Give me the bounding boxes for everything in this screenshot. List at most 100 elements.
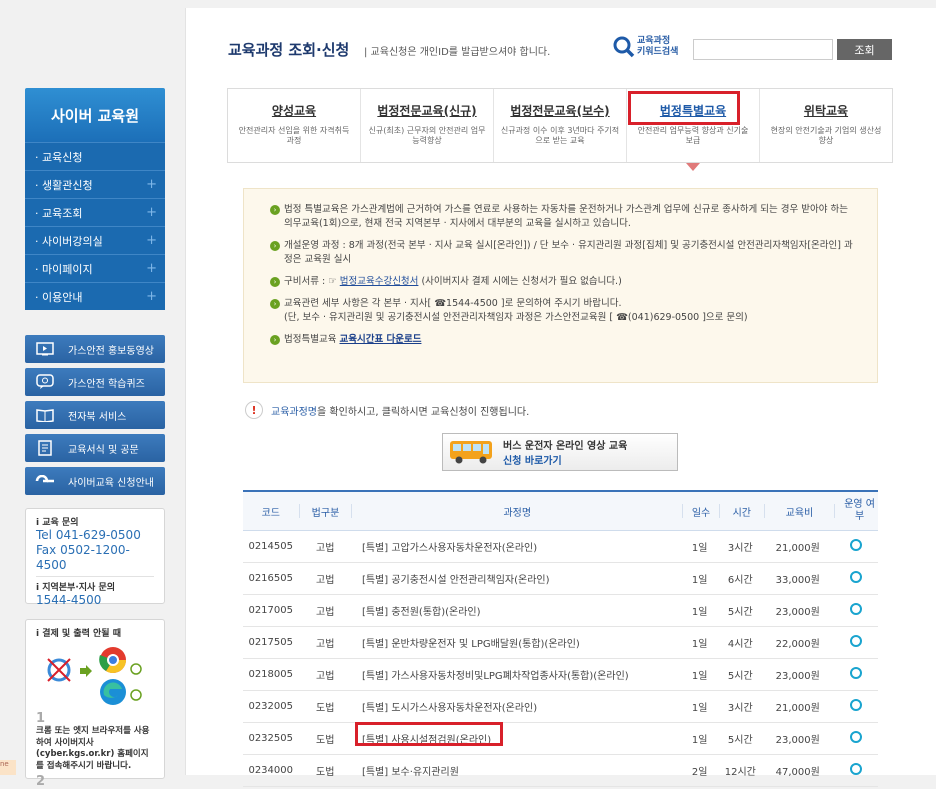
cell-fee: 21,000원	[775, 543, 820, 554]
tab-legal-new[interactable]: 법정전문교육(신규) 신규(최초) 근무자의 안전관리 업무능력향상	[361, 89, 494, 162]
table-row[interactable]: 0216505 고법 [특별] 공기충전시설 안전관리책임자(온라인) 1일 6시간 33…	[243, 563, 878, 595]
cell-code: 0217005	[248, 605, 293, 616]
branch-contact-tel: 1544-4500	[36, 593, 102, 607]
status-open-icon	[849, 699, 862, 711]
info-item: › 교육관련 세부 사항은 각 본부 · 지사[ ☎1544-4500 ]로 문의…	[270, 297, 857, 325]
ok-circle-icon	[130, 663, 142, 675]
tab-label: 양성교육	[271, 104, 317, 118]
cell-law: 도법	[316, 735, 335, 746]
search-icon[interactable]	[613, 36, 635, 58]
table-row[interactable]: 0232505 도법 [특별] 사용시설점검원(온라인) 1일 5시간 23,000원	[243, 723, 878, 755]
table-row[interactable]: 0234000 도법 [특별] 보수·유지관리원 2일 12시간 47,000원	[243, 755, 878, 787]
quiz-icon	[30, 372, 60, 392]
corner-tag: ne	[0, 760, 16, 775]
col-fee: 교육비	[785, 507, 814, 519]
edge-icon	[100, 679, 126, 705]
quick-link-label: 가스안전 학습퀴즈	[68, 378, 145, 390]
cell-hours: 12시간	[724, 767, 756, 778]
info-text: 개설운영 과정 : 8개 과정(전국 본부 · 지사 교육 실시[온라인]) /…	[284, 240, 853, 265]
search-button[interactable]: 조회	[837, 39, 892, 60]
cell-status	[833, 539, 878, 554]
cell-fee: 23,000원	[775, 671, 820, 682]
exclamation-icon: !	[245, 401, 263, 419]
info-box: › 법정 특별교육은 가스관계법에 근거하여 가스를 연료로 사용하는 자동차를 …	[243, 188, 878, 383]
arrow-right-icon	[80, 665, 92, 677]
keyword-search-input[interactable]	[693, 39, 833, 60]
tab-training[interactable]: 양성교육안전관리자 선임을 위한 자격취득 과정	[228, 89, 361, 162]
quick-link-quiz[interactable]: 가스안전 학습퀴즈	[25, 368, 165, 396]
tab-legal-refresh[interactable]: 법정전문교육(보수) 신규과정 이수 이후 3년마다 주기적으로 받는 교육	[494, 89, 627, 162]
cell-status	[833, 603, 878, 618]
browser-help-label: i 결제 및 출력 안될 때	[36, 629, 121, 639]
sidebar-item-label: · 사이버강의실	[35, 234, 103, 248]
sidebar-menu: · 교육신청 · 생활관신청 + · 교육조회 + · 사이버강의실 + · 마이페이…	[25, 142, 165, 310]
cell-hours: 6시간	[727, 575, 753, 586]
cell-fee: 23,000원	[775, 607, 820, 618]
tab-desc: 신규과정 이수 이후 3년마다 주기적으로 받는 교육	[500, 126, 620, 145]
sidebar-item-dorm-apply[interactable]: · 생활관신청 +	[25, 170, 165, 198]
cell-days: 1일	[691, 575, 708, 586]
cell-course-link[interactable]: [특별] 가스사용자동차정비및LPG폐차작업종사자(통합)(온라인)	[352, 667, 681, 682]
cell-hours: 5시간	[727, 671, 753, 682]
cell-fee: 21,000원	[775, 703, 820, 714]
active-tab-arrow	[686, 163, 700, 171]
sidebar-item-guide[interactable]: · 이용안내 +	[25, 282, 165, 310]
ok-circle-icon	[130, 689, 142, 701]
quick-link-forms[interactable]: 교육서식 및 공문	[25, 434, 165, 462]
cell-status	[833, 635, 878, 650]
cell-course-link[interactable]: [특별] 공기충전시설 안전관리책임자(온라인)	[352, 571, 681, 586]
tab-label: 법정전문교육(신규)	[377, 104, 477, 118]
info-item: › 법정 특별교육은 가스관계법에 근거하여 가스를 연료로 사용하는 자동차를 …	[270, 203, 857, 231]
tab-commissioned[interactable]: 위탁교육 현장의 안전기술과 기업의 생산성 향상	[760, 89, 892, 162]
table-row[interactable]: 0218005 고법 [특별] 가스사용자동차정비및LPG폐차작업종사자(통합)(온…	[243, 659, 878, 691]
cell-course-link[interactable]: [특별] 고압가스사용자동차운전자(온라인)	[352, 539, 681, 554]
cell-course-link[interactable]: [특별] 운반차량운전자 및 LPG배달원(통합)(온라인)	[352, 635, 681, 650]
chrome-icon	[99, 647, 127, 674]
col-code: 코드	[261, 507, 281, 519]
sidebar-item-mypage[interactable]: · 마이페이지 +	[25, 254, 165, 282]
ie-crossed-icon	[47, 658, 71, 682]
contact-label: i 교육 문의	[36, 518, 79, 528]
bullet-arrow-icon: ›	[270, 241, 280, 251]
cell-code: 0218005	[248, 669, 293, 680]
status-open-icon	[849, 571, 862, 583]
sidebar-item-label: · 교육신청	[35, 150, 83, 164]
tab-label: 법정전문교육(보수)	[510, 104, 610, 118]
table-row[interactable]: 0232005 도법 [특별] 도시가스사용자동차운전자(온라인) 1일 3시간 21,0…	[243, 691, 878, 723]
cell-course-link[interactable]: [특별] 보수·유지관리원	[352, 763, 681, 778]
cell-status	[833, 699, 878, 714]
tab-desc: 안전관리자 선임을 위한 자격취득 과정	[238, 126, 350, 145]
cell-fee: 47,000원	[775, 767, 820, 778]
quick-link-cyber-guide[interactable]: 사이버교육 신청안내	[25, 467, 165, 495]
sidebar-item-cyber-class[interactable]: · 사이버강의실 +	[25, 226, 165, 254]
browser-help-text: 크롬 또는 엣지 브라우저를 사용하여 사이버지사 (cyber.kgs.or.…	[36, 726, 150, 771]
tab-desc: 신규(최초) 근무자의 안전관리 업무능력향상	[368, 126, 486, 145]
cell-course-link[interactable]: [특별] 충전원(통합)(온라인)	[352, 603, 681, 618]
selected-course-highlight	[355, 722, 503, 746]
sidebar-item-edu-lookup[interactable]: · 교육조회 +	[25, 198, 165, 226]
table-row[interactable]: 0217005 고법 [특별] 충전원(통합)(온라인) 1일 5시간 23,000원	[243, 595, 878, 627]
quick-link-label: 가스안전 홍보동영상	[68, 345, 154, 357]
cell-course-link[interactable]: [특별] 도시가스사용자동차운전자(온라인)	[352, 699, 681, 714]
table-body: 0214505 고법 [특별] 고압가스사용자동차운전자(온라인) 1일 3시간 21,0…	[243, 531, 878, 787]
col-days: 일수	[691, 507, 711, 519]
cell-status	[833, 763, 878, 778]
col-status: 운영 여부	[844, 499, 875, 522]
cell-law: 고법	[316, 639, 335, 650]
quick-link-label: 교육서식 및 공문	[68, 444, 139, 456]
cell-code: 0234000	[248, 765, 293, 776]
cell-days: 1일	[691, 671, 708, 682]
quick-link-ebook[interactable]: 전자북 서비스	[25, 401, 165, 429]
bus-driver-edu-button[interactable]: 버스 운전자 온라인 영상 교육 신청 바로가기	[442, 433, 678, 471]
status-open-icon	[849, 603, 862, 615]
contact-tel: Tel 041-629-0500	[36, 528, 141, 542]
table-row[interactable]: 0217505 고법 [특별] 운반차량운전자 및 LPG배달원(통합)(온라인) 1…	[243, 627, 878, 659]
timetable-download-link[interactable]: 교육시간표 다운로드	[339, 334, 421, 345]
application-form-link[interactable]: 법정교육수강신청서	[340, 276, 419, 287]
info-text: (단, 보수 · 유지관리원 및 공기충전시설 안전관리자책임자 과정은 가스안…	[284, 312, 748, 323]
sidebar-item-edu-apply[interactable]: · 교육신청	[25, 142, 165, 170]
table-header: 코드 법구분 과정명 일수 시간 교육비 운영 여부	[243, 492, 878, 531]
quick-link-promo-video[interactable]: 가스안전 홍보동영상	[25, 335, 165, 363]
table-row[interactable]: 0214505 고법 [특별] 고압가스사용자동차운전자(온라인) 1일 3시간 21,0…	[243, 531, 878, 563]
quick-link-label: 전자북 서비스	[68, 411, 127, 423]
